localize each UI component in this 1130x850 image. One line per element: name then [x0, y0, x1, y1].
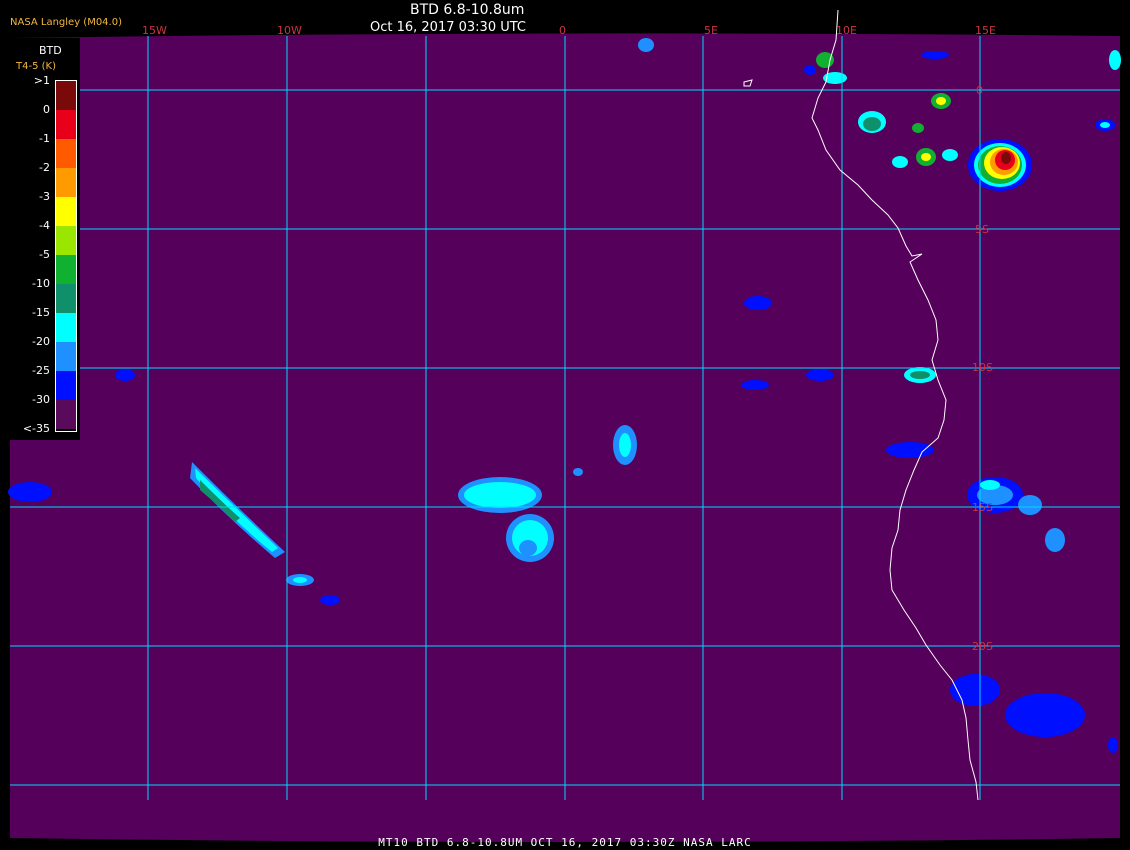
legend-tick-label: -4 — [39, 219, 50, 232]
legend-tick-label: -2 — [39, 161, 50, 174]
legend-tick-label: -25 — [32, 364, 50, 377]
legend-tick-label: -20 — [32, 335, 50, 348]
lat-label-20s: 20S — [972, 640, 993, 653]
legend-swatch — [56, 168, 76, 197]
image-datetime: Oct 16, 2017 03:30 UTC — [370, 20, 526, 35]
legend-swatch — [56, 400, 76, 429]
lon-label-15e: 15E — [975, 24, 996, 37]
legend-swatch — [56, 255, 76, 284]
btd-map — [0, 0, 1130, 850]
legend-colorbar — [55, 80, 77, 432]
footer-caption: MT10 BTD 6.8-10.8UM OCT 16, 2017 03:30Z … — [378, 836, 752, 849]
legend-swatch — [56, 371, 76, 400]
satellite-image-panel: NASA Langley (M04.0) BTD 6.8-10.8um Oct … — [0, 0, 1130, 850]
legend-swatch — [56, 110, 76, 139]
legend: BTD T4-5 (K) >1 0 -1 -2 -3 -4 -5 -10 -15 -20 -25 -3… — [10, 38, 80, 440]
lat-label-5s: 5S — [975, 223, 989, 236]
lon-label-10w: 10W — [277, 24, 302, 37]
legend-tick-label: -1 — [39, 132, 50, 145]
legend-swatch — [56, 313, 76, 342]
legend-subtitle: T4-5 (K) — [16, 61, 56, 72]
lat-label-0: 0 — [976, 84, 983, 97]
legend-tick-label: -10 — [32, 277, 50, 290]
source-label: NASA Langley (M04.0) — [10, 17, 122, 28]
legend-swatch — [56, 226, 76, 255]
legend-tick-label: -15 — [32, 306, 50, 319]
lon-label-15w: 15W — [142, 24, 167, 37]
legend-swatch — [56, 81, 76, 110]
product-title: BTD 6.8-10.8um — [410, 2, 525, 18]
legend-tick-label: 0 — [43, 103, 50, 116]
legend-tick-label: <-35 — [22, 422, 50, 435]
legend-swatch — [56, 139, 76, 168]
legend-tick-label: -3 — [39, 190, 50, 203]
lat-label-15s: 15S — [972, 501, 993, 514]
legend-swatch — [56, 342, 76, 371]
lon-label-5e: 5E — [704, 24, 718, 37]
legend-title: BTD — [39, 44, 62, 57]
legend-tick-label: -5 — [39, 248, 50, 261]
legend-tick-label: >1 — [33, 74, 50, 87]
legend-swatch — [56, 284, 76, 313]
lat-label-10s: 10S — [972, 361, 993, 374]
lon-label-0: 0 — [559, 24, 566, 37]
legend-swatch — [56, 197, 76, 226]
legend-tick-label: -30 — [32, 393, 50, 406]
lon-label-10e: 10E — [836, 24, 857, 37]
